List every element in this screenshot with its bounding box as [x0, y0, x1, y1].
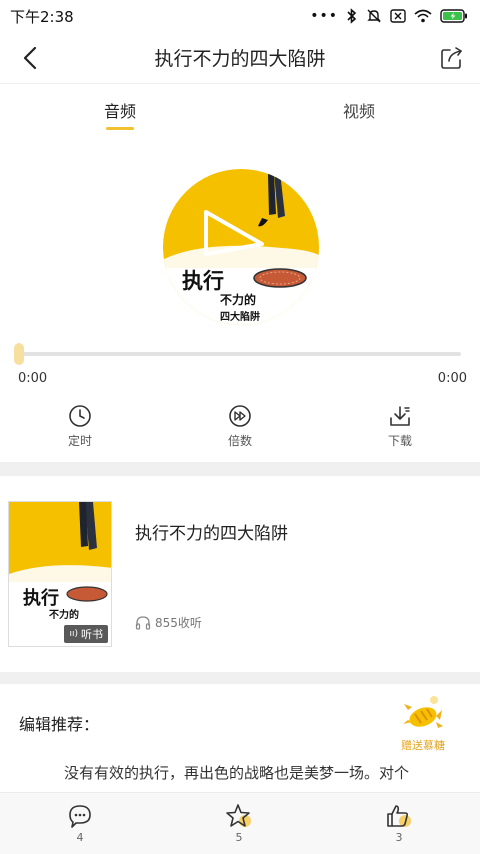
progress-track[interactable] — [20, 352, 461, 356]
candy-gift-button[interactable]: 赠送慕糖 — [392, 690, 454, 760]
time-current: 0:00 — [18, 371, 48, 386]
comment-count: 4 — [76, 831, 84, 844]
recommend-label: 编辑推荐： — [19, 715, 100, 734]
listen-count: 855收听 — [135, 614, 202, 631]
download-icon — [390, 406, 410, 426]
page-title: 执行不力的四大陷阱 — [154, 48, 326, 70]
book-title: 执行不力的四大陷阱 — [135, 524, 288, 544]
listen-count-text: 855收听 — [155, 616, 202, 630]
like-count: 3 — [395, 831, 403, 844]
bluetooth-icon — [347, 8, 357, 24]
book-cover[interactable]: 执行 不力的 ıı) 听书 — [8, 501, 112, 647]
favorite-count: 5 — [235, 831, 243, 844]
comment-button[interactable]: 4 — [55, 803, 105, 844]
section-divider — [0, 462, 480, 476]
headphones-icon — [135, 615, 151, 630]
chevron-left-icon — [23, 46, 37, 70]
audio-wave-icon: ıı) — [69, 629, 78, 639]
book-card[interactable]: 执行 不力的 ıı) 听书 执行不力的四大陷阱 855收听 — [0, 476, 480, 672]
status-bar: 下午2:38 ••• — [0, 0, 480, 32]
back-button[interactable] — [14, 42, 46, 74]
comment-icon — [69, 805, 91, 828]
timer-button[interactable]: 定时 — [50, 404, 110, 449]
speed-label: 倍数 — [227, 434, 252, 448]
thumbs-up-icon — [387, 805, 411, 827]
media-tabs: 音频 视频 — [0, 86, 480, 132]
nav-bar: 执行不力的四大陷阱 — [0, 32, 480, 84]
tab-indicator — [106, 127, 134, 130]
recommend-text: 没有有效的执行，再出色的战略也是美梦一场。对个 — [64, 764, 410, 782]
download-button[interactable]: 下载 — [370, 404, 430, 449]
candy-gift-label: 赠送慕糖 — [401, 739, 445, 752]
tab-audio[interactable]: 音频 — [104, 98, 136, 122]
progress-knob[interactable] — [14, 343, 24, 365]
sim-icon — [390, 9, 406, 23]
status-time: 下午2:38 — [10, 7, 74, 26]
share-button[interactable] — [436, 42, 468, 74]
clock-icon — [69, 405, 91, 427]
player-controls: 定时 倍数 下载 — [0, 404, 480, 456]
battery-icon — [440, 9, 467, 23]
book-cover-text-2: 不力的 — [49, 610, 79, 621]
listen-badge-label: 听书 — [81, 628, 103, 641]
candy-icon — [403, 696, 443, 728]
bottom-action-bar: 4 5 3 — [0, 792, 480, 854]
status-icons: ••• — [310, 8, 468, 24]
tab-video[interactable]: 视频 — [343, 98, 375, 122]
download-label: 下载 — [387, 434, 412, 448]
wifi-icon — [414, 9, 432, 23]
speed-icon — [229, 405, 251, 427]
timer-label: 定时 — [67, 434, 92, 448]
favorite-button[interactable]: 5 — [214, 803, 264, 844]
cover-art-text-1: 执行 — [182, 269, 224, 293]
listen-badge: ıı) 听书 — [64, 625, 108, 643]
cover-art-text-3: 四大陷阱 — [220, 312, 260, 323]
like-button[interactable]: 3 — [374, 803, 424, 844]
share-icon — [441, 47, 462, 69]
dots-icon: ••• — [310, 8, 338, 24]
star-icon — [226, 804, 251, 827]
time-total: 0:00 — [437, 371, 467, 386]
speed-button[interactable]: 倍数 — [210, 404, 270, 449]
cover-art-text-2: 不力的 — [220, 293, 257, 307]
cover-art[interactable]: 执行 不力的 四大陷阱 — [162, 168, 320, 326]
section-divider-2 — [0, 672, 480, 684]
mute-icon — [367, 9, 381, 23]
